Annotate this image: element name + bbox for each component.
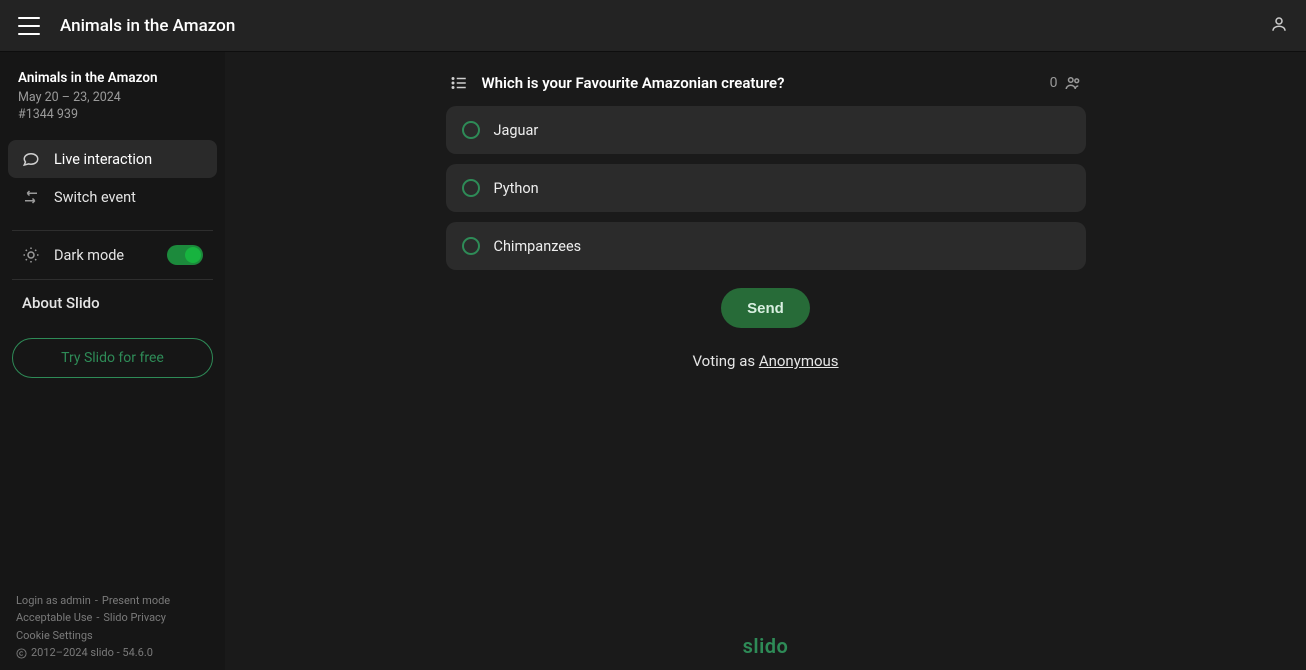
poll-question: Which is your Favourite Amazonian creatu… <box>482 74 785 92</box>
try-slido-button[interactable]: Try Slido for free <box>12 338 213 378</box>
about-slido-link[interactable]: About Slido <box>8 294 217 312</box>
voting-as-name[interactable]: Anonymous <box>759 352 839 370</box>
footer-present-mode[interactable]: Present mode <box>102 594 170 607</box>
topbar-left: Animals in the Amazon <box>18 16 235 36</box>
sidebar-item-label: Live interaction <box>54 151 152 168</box>
dark-mode-icon <box>22 246 40 264</box>
switch-icon <box>22 188 40 206</box>
sidebar-footer: Login as admin-Present mode Acceptable U… <box>16 592 215 662</box>
divider <box>12 279 213 280</box>
radio-icon <box>462 237 480 255</box>
poll-option-label: Python <box>494 180 539 197</box>
dark-mode-toggle[interactable] <box>167 245 203 265</box>
footer-login-admin[interactable]: Login as admin <box>16 594 91 607</box>
participant-count-value: 0 <box>1050 75 1058 91</box>
body: Animals in the Amazon May 20 – 23, 2024 … <box>0 52 1306 670</box>
poll-option[interactable]: Chimpanzees <box>446 222 1086 270</box>
send-button[interactable]: Send <box>721 288 810 328</box>
event-code: #1344 939 <box>18 107 207 122</box>
footer-copyright: 2012–2024 slido - 54.6.0 <box>31 644 153 662</box>
dark-mode-label-wrap: Dark mode <box>22 246 124 264</box>
event-date: May 20 – 23, 2024 <box>18 90 207 105</box>
topbar: Animals in the Amazon <box>0 0 1306 52</box>
voting-as-prefix: Voting as <box>692 352 758 370</box>
event-header: Animals in the Amazon May 20 – 23, 2024 … <box>8 70 217 136</box>
footer-cookie-settings[interactable]: Cookie Settings <box>16 629 93 642</box>
radio-icon <box>462 121 480 139</box>
sidebar-nav: Live interaction Switch event <box>8 140 217 216</box>
poll-header: Which is your Favourite Amazonian creatu… <box>446 74 1086 92</box>
main: Which is your Favourite Amazonian creatu… <box>225 52 1306 670</box>
poll-title-row: Which is your Favourite Amazonian creatu… <box>450 74 785 92</box>
brand-logo: slido <box>743 634 789 658</box>
user-icon <box>1270 15 1288 33</box>
radio-icon <box>462 179 480 197</box>
footer-slido-privacy[interactable]: Slido Privacy <box>103 611 166 624</box>
user-avatar-button[interactable] <box>1270 15 1288 37</box>
sidebar: Animals in the Amazon May 20 – 23, 2024 … <box>0 52 225 670</box>
chat-icon <box>22 150 40 168</box>
list-icon <box>450 74 468 92</box>
app-title: Animals in the Amazon <box>60 16 235 36</box>
dark-mode-row: Dark mode <box>8 245 217 265</box>
participants-icon <box>1064 74 1082 92</box>
dark-mode-label: Dark mode <box>54 247 124 264</box>
poll-option-label: Jaguar <box>494 122 539 139</box>
divider <box>12 230 213 231</box>
sidebar-item-label: Switch event <box>54 189 136 206</box>
copyright-icon <box>16 648 27 659</box>
footer-acceptable-use[interactable]: Acceptable Use <box>16 611 92 624</box>
footer-copyright-row: 2012–2024 slido - 54.6.0 <box>16 644 215 662</box>
poll: Which is your Favourite Amazonian creatu… <box>446 74 1086 370</box>
voting-as: Voting as Anonymous <box>446 352 1086 370</box>
sidebar-item-live-interaction[interactable]: Live interaction <box>8 140 217 178</box>
poll-option[interactable]: Jaguar <box>446 106 1086 154</box>
poll-option-label: Chimpanzees <box>494 238 582 255</box>
poll-participant-count: 0 <box>1050 74 1082 92</box>
menu-icon[interactable] <box>18 17 40 35</box>
sidebar-item-switch-event[interactable]: Switch event <box>8 178 217 216</box>
toggle-knob <box>185 247 201 263</box>
poll-option[interactable]: Python <box>446 164 1086 212</box>
event-title: Animals in the Amazon <box>18 70 207 86</box>
